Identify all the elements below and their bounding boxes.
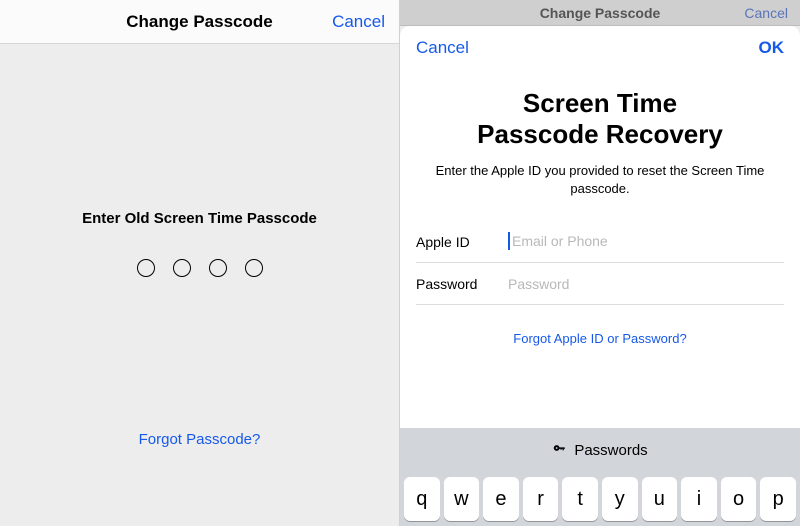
password-label: Password [416,276,508,292]
navbar: Change Passcode Cancel [0,0,399,44]
passcode-dot [209,259,227,277]
title-line-2: Passcode Recovery [477,119,723,149]
background-cancel: Cancel [744,5,788,21]
password-placeholder: Password [508,276,569,292]
passcode-prompt: Enter Old Screen Time Passcode [82,210,317,227]
apple-id-placeholder: Email or Phone [512,233,608,249]
ok-button[interactable]: OK [759,38,785,58]
keyboard-suggestion-bar[interactable]: Passwords [400,428,800,472]
apple-id-label: Apple ID [416,234,508,250]
forgot-passcode-link[interactable]: Forgot Passcode? [0,431,399,448]
password-field[interactable]: Password [508,276,784,292]
recovery-sheet: Cancel OK Screen Time Passcode Recovery … [400,26,800,526]
key-y[interactable]: y [602,477,638,521]
cancel-button[interactable]: Cancel [332,0,385,44]
title-line-1: Screen Time [523,88,677,118]
key-u[interactable]: u [642,477,678,521]
password-row[interactable]: Password Password [416,263,784,305]
passcode-dot [137,259,155,277]
credentials-form: Apple ID Email or Phone Password Passwor… [416,221,784,305]
background-navbar: Change Passcode Cancel [400,0,800,26]
key-o[interactable]: o [721,477,757,521]
sheet-navbar: Cancel OK [400,26,800,70]
background-title: Change Passcode [540,5,661,21]
cancel-button[interactable]: Cancel [416,38,469,58]
page-title: Change Passcode [126,12,272,32]
keyboard: Passwords qwertyuiop [400,428,800,526]
recovery-screen: Change Passcode Cancel Cancel OK Screen … [400,0,800,526]
sheet-title: Screen Time Passcode Recovery [400,88,800,150]
passcode-dots[interactable] [137,259,263,277]
sheet-subtitle: Enter the Apple ID you provided to reset… [430,162,770,197]
keyboard-suggestion-label: Passwords [574,442,647,459]
passcode-dot [245,259,263,277]
key-q[interactable]: q [404,477,440,521]
change-passcode-screen: Change Passcode Cancel Enter Old Screen … [0,0,400,526]
forgot-apple-id-link[interactable]: Forgot Apple ID or Password? [400,331,800,346]
keyboard-row: qwertyuiop [400,472,800,526]
key-r[interactable]: r [523,477,559,521]
text-cursor-icon [508,232,510,250]
key-i[interactable]: i [681,477,717,521]
key-t[interactable]: t [562,477,598,521]
key-e[interactable]: e [483,477,519,521]
passcode-dot [173,259,191,277]
key-icon [552,441,566,459]
apple-id-row[interactable]: Apple ID Email or Phone [416,221,784,263]
key-w[interactable]: w [444,477,480,521]
apple-id-field[interactable]: Email or Phone [508,233,784,251]
key-p[interactable]: p [760,477,796,521]
